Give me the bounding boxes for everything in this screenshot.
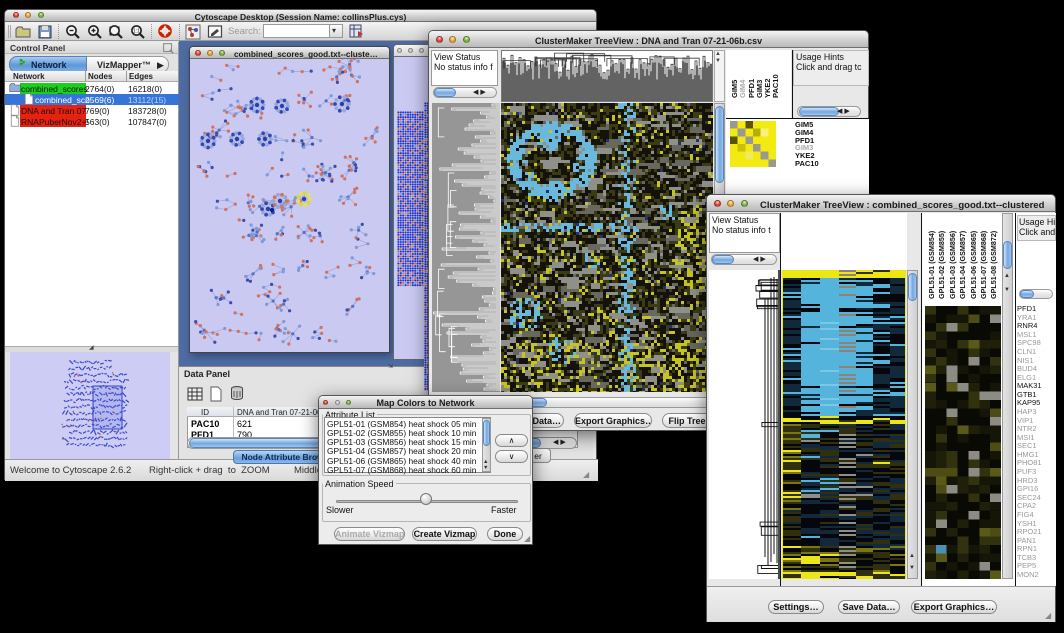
svg-text:1:1: 1:1 [133,29,140,35]
